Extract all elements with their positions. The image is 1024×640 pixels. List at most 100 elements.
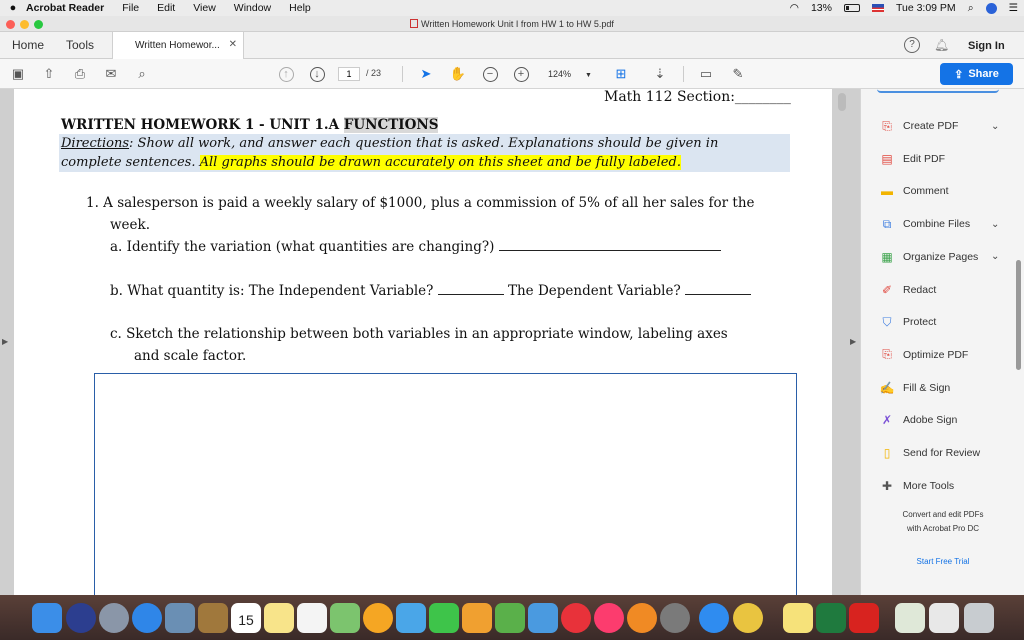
close-tab-icon[interactable]: ✕ — [229, 39, 237, 50]
create-pdf-icon: ⎘ — [882, 118, 892, 133]
app-menu[interactable]: Acrobat Reader — [26, 2, 104, 14]
document-viewer[interactable]: ▶ Math 112 Section:________ WRITTEN HOME… — [0, 89, 860, 595]
launchpad-icon[interactable] — [99, 603, 129, 633]
share-button[interactable]: ⇪ Share — [940, 63, 1013, 85]
finder-icon[interactable] — [32, 603, 62, 633]
photos-icon[interactable] — [363, 603, 393, 633]
hand-tool-icon[interactable]: ✋ — [449, 65, 467, 83]
upload-cloud-icon[interactable]: ⇧ — [40, 65, 58, 83]
document-scrollbar[interactable] — [838, 93, 846, 111]
numbers-icon[interactable] — [495, 603, 525, 633]
save-icon[interactable]: ▣ — [9, 65, 27, 83]
apple-menu-icon[interactable]: ● — [0, 2, 26, 14]
menu-file[interactable]: File — [122, 2, 139, 14]
notifications-bell-icon[interactable]: 🔔︎ — [934, 38, 949, 52]
reminders-icon[interactable] — [297, 603, 327, 633]
tool-redact[interactable]: ✐ Redact — [879, 281, 936, 299]
search-zoom-icon[interactable]: ⌕ — [133, 65, 151, 83]
tab-document[interactable]: Written Homewor... ✕ — [112, 32, 244, 59]
chevron-down-icon[interactable]: ⌄ — [991, 121, 999, 132]
menu-help[interactable]: Help — [289, 2, 311, 14]
select-cursor-icon[interactable]: ➤ — [417, 65, 435, 83]
safari-icon[interactable] — [132, 603, 162, 633]
menu-view[interactable]: View — [193, 2, 216, 14]
chevron-down-icon[interactable]: ⌄ — [991, 251, 999, 262]
excel-icon[interactable] — [816, 603, 846, 633]
tool-organize-pages[interactable]: ▦ Organize Pages ⌄ — [879, 248, 999, 266]
tool-edit-pdf[interactable]: ▤ Edit PDF — [879, 150, 945, 168]
books-icon[interactable] — [627, 603, 657, 633]
tab-bar: Home Tools Written Homewor... ✕ ? 🔔︎ Sig… — [0, 32, 1024, 59]
tool-send-for-review[interactable]: ▯ Send for Review — [879, 444, 980, 462]
facetime-icon[interactable] — [429, 603, 459, 633]
zoom-in-icon[interactable]: + — [512, 65, 530, 83]
tool-comment[interactable]: ▬ Comment — [879, 182, 949, 200]
contacts-icon[interactable] — [198, 603, 228, 633]
notification-center-icon[interactable]: ☰ — [1009, 2, 1018, 14]
documents-stack-icon[interactable] — [929, 603, 959, 633]
app-store-icon[interactable] — [699, 603, 729, 633]
pen-draw-icon[interactable]: ✎ — [729, 65, 747, 83]
print-icon[interactable]: ⎙ — [71, 65, 89, 83]
tool-combine-files[interactable]: ⧉ Combine Files ⌄ — [879, 215, 1000, 233]
tool-protect[interactable]: ⛉ Protect — [879, 313, 936, 331]
adobe-sign-icon: ✗ — [881, 413, 893, 428]
tool-optimize-pdf[interactable]: ⎘ Optimize PDF — [879, 346, 968, 364]
page-layout-icon[interactable]: ⊞ — [612, 65, 630, 83]
siri-dock-icon[interactable] — [66, 603, 96, 633]
system-preferences-icon[interactable] — [660, 603, 690, 633]
chevron-down-icon[interactable]: ⌄ — [991, 219, 999, 230]
page-number-input[interactable]: 1 — [338, 67, 360, 81]
pages-icon[interactable] — [462, 603, 492, 633]
acrobat-reader-icon[interactable] — [849, 603, 879, 633]
collapse-right-panel-icon[interactable]: ▶ — [850, 337, 856, 346]
mail-icon[interactable] — [165, 603, 195, 633]
directions-label: Directions — [61, 136, 130, 151]
fill-sign-icon: ✍ — [879, 380, 895, 395]
calendar-icon[interactable]: 15 — [231, 603, 261, 633]
tab-home[interactable]: Home — [12, 38, 44, 52]
start-free-trial-link[interactable]: Start Free Trial — [861, 557, 1024, 566]
clock[interactable]: Tue 3:09 PM — [896, 2, 956, 14]
send-review-icon: ▯ — [883, 446, 891, 460]
zoom-level-select[interactable]: 124% ▼ — [540, 67, 598, 81]
previous-page-icon[interactable]: ↑ — [277, 65, 295, 83]
dock: 15 — [0, 595, 1024, 640]
music-icon[interactable] — [594, 603, 624, 633]
tool-create-pdf[interactable]: ⎘ Create PDF ⌄ — [879, 117, 999, 135]
tab-tools[interactable]: Tools — [66, 38, 94, 52]
comment-icon: ▬ — [881, 184, 893, 199]
downloads-stack-icon[interactable] — [895, 603, 925, 633]
trash-icon[interactable] — [964, 603, 994, 633]
input-source-flag-icon[interactable] — [871, 4, 884, 12]
battery-icon[interactable] — [843, 4, 860, 12]
notes-icon[interactable] — [264, 603, 294, 633]
next-page-icon[interactable]: ↓ — [308, 65, 326, 83]
menu-bar: ● Acrobat Reader File Edit View Window H… — [0, 0, 1024, 16]
comment-tool-icon[interactable]: ▭ — [697, 65, 715, 83]
question-c-line-2: and scale factor. — [134, 348, 247, 364]
keynote-icon[interactable] — [528, 603, 558, 633]
news-icon[interactable] — [561, 603, 591, 633]
sign-in-link[interactable]: Sign In — [968, 40, 1005, 52]
chevron-down-icon: ▼ — [585, 72, 592, 79]
collapse-left-panel-icon[interactable]: ▶ — [2, 337, 8, 346]
scroll-mode-icon[interactable]: ⇣ — [651, 65, 669, 83]
tool-adobe-sign[interactable]: ✗ Adobe Sign — [879, 411, 957, 429]
tool-more-tools[interactable]: ✚ More Tools — [879, 477, 954, 495]
help-icon[interactable]: ? — [904, 37, 920, 53]
tool-fill-sign[interactable]: ✍ Fill & Sign — [879, 379, 951, 397]
tools-panel-scrollbar[interactable] — [1016, 260, 1021, 370]
maps-icon[interactable] — [330, 603, 360, 633]
tool-label: Adobe Sign — [903, 414, 958, 427]
menu-window[interactable]: Window — [234, 2, 271, 14]
siri-icon[interactable] — [985, 2, 997, 14]
wifi-icon[interactable]: ◠ — [790, 2, 799, 14]
menu-edit[interactable]: Edit — [157, 2, 175, 14]
email-icon[interactable]: ✉ — [102, 65, 120, 83]
chrome-icon[interactable] — [733, 603, 763, 633]
stickies-icon[interactable] — [783, 603, 813, 633]
zoom-out-icon[interactable]: − — [481, 65, 499, 83]
messages-icon[interactable] — [396, 603, 426, 633]
spotlight-search-icon[interactable]: ⌕ — [968, 2, 974, 15]
